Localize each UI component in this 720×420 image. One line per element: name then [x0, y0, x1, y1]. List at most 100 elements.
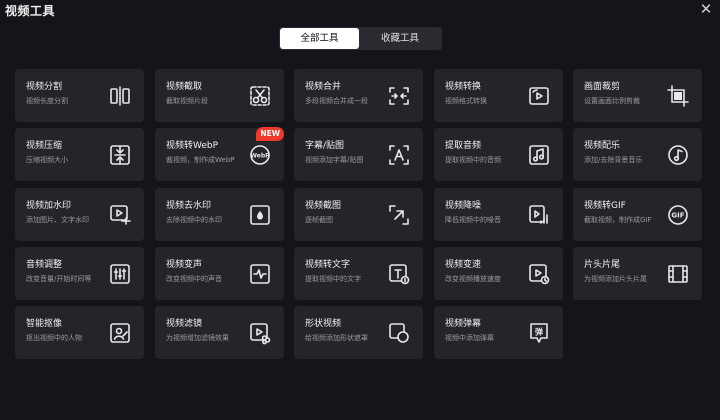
tool-card-speech-to-text[interactable]: 视频转文字提取视频中的文字	[294, 247, 423, 300]
tool-card-audio-adjust[interactable]: 音频调整改变音量/开始时间等	[15, 247, 144, 300]
tool-name: 画面裁剪	[584, 82, 621, 92]
tab-all-tools[interactable]: 全部工具	[280, 28, 359, 49]
tool-card-intro-outro[interactable]: 片头片尾为视频添加片头片尾	[573, 247, 702, 300]
tab-switcher: 全部工具 收藏工具	[279, 27, 442, 50]
tool-card-shape[interactable]: 形状视频给视频添加形状遮罩	[294, 306, 423, 359]
tool-card-danmaku[interactable]: 视频弹幕视频中添加弹幕 弹	[434, 306, 563, 359]
speed-icon	[527, 262, 551, 286]
tool-card-split[interactable]: 视频分割 视频长度分割	[15, 69, 144, 122]
tool-card-screenshot[interactable]: 视频截图 逐帧截图	[294, 188, 423, 241]
tool-description: 为视频增加滤镜效果	[166, 334, 229, 342]
tool-description: 改变视频中的声音	[166, 275, 222, 283]
tool-description: 压缩视频大小	[26, 156, 68, 164]
tool-description: 提取视频中的文字	[305, 275, 361, 283]
subtitle-icon	[387, 143, 411, 167]
tool-name: 视频转WebP	[166, 141, 219, 151]
intro-outro-icon	[666, 262, 690, 286]
merge-icon	[387, 84, 411, 108]
window-title: 视频工具	[5, 4, 56, 18]
remove-watermark-icon	[248, 203, 272, 227]
tool-description: 改变音量/开始时间等	[26, 275, 92, 283]
gif-icon: GIF	[666, 203, 690, 227]
speech-to-text-icon	[387, 262, 411, 286]
tool-description: 改变视频播放速度	[445, 275, 501, 283]
audio-adjust-icon	[108, 262, 132, 286]
tool-card-remove-watermark[interactable]: 视频去水印去除视频中的水印	[155, 188, 284, 241]
tool-description: 提取视频中的音频	[445, 156, 501, 164]
tool-name: 视频去水印	[166, 201, 212, 211]
tool-card-gif[interactable]: 视频转GIF 截取视频，制作成GIF GIF	[573, 188, 702, 241]
compress-icon	[108, 143, 132, 167]
tool-description: 多段视频合并成一段	[305, 97, 368, 105]
tool-description: 去除视频中的水印	[166, 216, 222, 224]
tool-description: 抠出视频中的人物	[26, 334, 82, 342]
screenshot-icon	[387, 203, 411, 227]
tool-card-subtitle[interactable]: 字幕/贴图视频添加字幕/贴图	[294, 128, 423, 181]
tool-description: 添加/去除背景音乐	[584, 156, 643, 164]
svg-text:GIF: GIF	[671, 212, 684, 220]
tool-description: 截取视频，制作成GIF	[584, 216, 652, 224]
tool-description: 视频格式转换	[445, 97, 487, 105]
tool-name: 视频弹幕	[445, 319, 482, 329]
tool-name: 视频压缩	[26, 141, 63, 151]
tool-card-webp[interactable]: 视频转WebP 裁视频，制作成WebP WebP NEW	[155, 127, 284, 181]
add-watermark-icon	[108, 203, 132, 227]
tool-description: 降低视频中的噪音	[445, 216, 501, 224]
tool-name: 提取音频	[445, 141, 482, 151]
svg-text:弹: 弹	[535, 327, 543, 337]
voice-change-icon	[248, 262, 272, 286]
tool-card-convert[interactable]: 视频转换视频格式转换	[434, 69, 563, 122]
tool-description: 裁视频，制作成WebP	[166, 156, 235, 164]
tool-card-speed[interactable]: 视频变速改变视频播放速度	[434, 247, 563, 300]
tool-name: 视频滤镜	[166, 319, 203, 329]
tool-card-compress[interactable]: 视频压缩压缩视频大小	[15, 128, 144, 181]
tool-card-denoise[interactable]: 视频降噪降低视频中的噪音	[434, 188, 563, 241]
music-icon	[666, 143, 690, 167]
tool-name: 字幕/贴图	[305, 141, 345, 151]
tool-name: 视频转换	[445, 82, 482, 92]
crop-icon	[666, 84, 690, 108]
tool-name: 视频转GIF	[584, 201, 626, 211]
tool-description: 视频中添加弹幕	[445, 334, 494, 342]
close-icon[interactable]: ✕	[698, 1, 714, 17]
tool-card-matting[interactable]: 智能抠像抠出视频中的人物	[15, 306, 144, 359]
tool-card-voice-change[interactable]: 视频变声改变视频中的声音	[155, 247, 284, 300]
tool-description: 逐帧截图	[305, 216, 333, 224]
convert-icon	[527, 84, 551, 108]
shape-icon	[387, 321, 411, 345]
tool-description: 设置画面比例剪裁	[584, 97, 640, 105]
tool-description: 截取视频片段	[166, 97, 208, 105]
tool-description: 为视频添加片头片尾	[584, 275, 647, 283]
tool-name: 形状视频	[305, 319, 342, 329]
tool-name: 视频变声	[166, 260, 203, 270]
tool-description: 视频添加字幕/贴图	[305, 156, 364, 164]
tool-name: 视频降噪	[445, 201, 482, 211]
tool-card-audio-extract[interactable]: 提取音频提取视频中的音频	[434, 128, 563, 181]
tool-name: 视频转文字	[305, 260, 351, 270]
tool-description: 给视频添加形状遮罩	[305, 334, 368, 342]
tool-card-merge[interactable]: 视频合并多段视频合并成一段	[294, 69, 423, 122]
tool-description: 添加图片、文字水印	[26, 216, 89, 224]
tool-name: 视频合并	[305, 82, 342, 92]
svg-text:WebP: WebP	[250, 153, 270, 160]
denoise-icon	[527, 203, 551, 227]
tool-card-add-watermark[interactable]: 视频加水印添加图片、文字水印	[15, 188, 144, 241]
title-bar: 视频工具 ✕	[0, 0, 720, 22]
tool-card-cut[interactable]: 视频截取截取视频片段	[155, 69, 284, 122]
tool-name: 视频截取	[166, 82, 203, 92]
tool-name: 音频调整	[26, 260, 63, 270]
tool-name: 视频加水印	[26, 201, 72, 211]
tab-favorite-tools[interactable]: 收藏工具	[359, 28, 441, 49]
tool-name: 智能抠像	[26, 319, 63, 329]
tool-name: 视频分割	[26, 82, 63, 92]
tool-name: 视频变速	[445, 260, 482, 270]
cut-icon	[248, 84, 272, 108]
tool-name: 片头片尾	[584, 260, 621, 270]
tool-card-music[interactable]: 视频配乐添加/去除背景音乐	[573, 128, 702, 181]
tool-card-crop[interactable]: 画面裁剪设置画面比例剪裁	[573, 69, 702, 122]
tool-name: 视频配乐	[584, 141, 621, 151]
matting-icon	[108, 321, 132, 345]
tool-name: 视频截图	[305, 201, 342, 211]
split-icon	[108, 84, 132, 108]
tool-card-filter[interactable]: 视频滤镜为视频增加滤镜效果	[155, 306, 284, 359]
